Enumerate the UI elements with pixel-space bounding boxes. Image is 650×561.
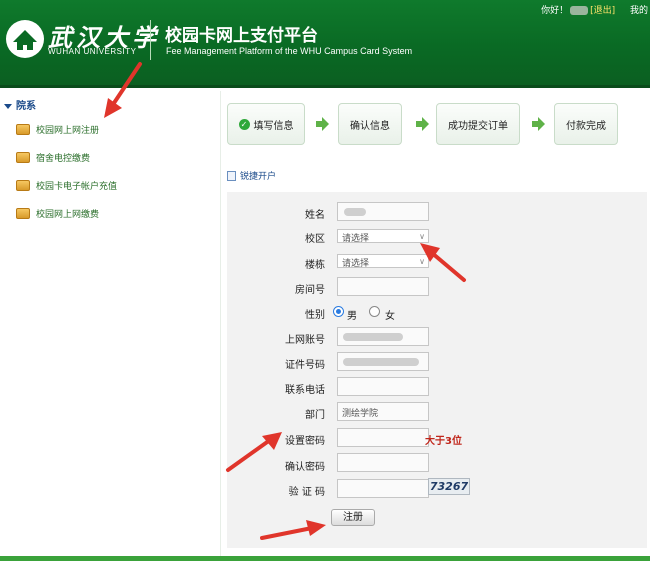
department-field[interactable]: 测绘学院 xyxy=(337,402,429,421)
sidebar-item-network-register[interactable]: 校园网上网注册 xyxy=(16,121,99,137)
step-label: 确认信息 xyxy=(350,120,390,132)
header-divider xyxy=(150,20,151,60)
gender-male-label: 男 xyxy=(347,311,357,322)
collapse-triangle-icon xyxy=(4,103,12,109)
password-label: 设置密码 xyxy=(285,436,325,447)
username-redacted xyxy=(570,6,589,15)
folder-icon xyxy=(16,123,30,135)
id-label: 证件号码 xyxy=(285,360,325,371)
step-confirm-info: 确认信息 xyxy=(338,103,402,145)
folder-icon xyxy=(16,151,30,163)
footer-bar xyxy=(0,556,650,561)
logout-link[interactable]: [退出] xyxy=(590,6,615,16)
folder-icon xyxy=(16,207,30,219)
name-field[interactable] xyxy=(337,202,429,221)
department-value: 测绘学院 xyxy=(342,409,379,419)
step-arrow-icon xyxy=(532,117,545,131)
sidebar: 院系 校园网上网注册 宿舍电控缴费 校园卡电子帐户充值 校园网上网缴费 xyxy=(0,91,220,556)
building-label: 楼栋 xyxy=(305,260,325,271)
campus-select-value: 请选择 xyxy=(342,234,370,244)
redacted-value xyxy=(343,358,419,366)
step-fill-info: ✓ 填写信息 xyxy=(227,103,305,145)
confirm-password-label: 确认密码 xyxy=(285,462,325,473)
captcha-field[interactable] xyxy=(337,479,429,498)
gender-female-radio[interactable] xyxy=(369,306,380,317)
sidebar-item-label: 校园网上网缴费 xyxy=(36,209,100,220)
campus-label: 校区 xyxy=(305,234,325,245)
gender-male-radio[interactable] xyxy=(333,306,344,317)
step-label: 成功提交订单 xyxy=(448,120,508,132)
my-account-link[interactable]: 我的 xyxy=(630,6,648,16)
document-icon xyxy=(227,170,236,181)
phone-label: 联系电话 xyxy=(285,385,325,396)
main-content: ✓ 填写信息 确认信息 成功提交订单 付款完成 锐捷开户 姓名 校区 请选择 ∨ 楼… xyxy=(220,91,650,556)
sidebar-item-card-recharge[interactable]: 校园卡电子帐户充值 xyxy=(16,177,117,193)
sidebar-item-network-payment[interactable]: 校园网上网缴费 xyxy=(16,205,99,221)
building-select-value: 请选择 xyxy=(342,259,370,269)
site-subtitle: Fee Management Platform of the WHU Campu… xyxy=(166,46,413,56)
room-label: 房间号 xyxy=(295,285,325,296)
sidebar-item-label: 校园网上网注册 xyxy=(36,125,100,136)
register-button[interactable]: 注册 xyxy=(331,509,375,526)
registration-form: 姓名 校区 请选择 ∨ 楼栋 请选择 ∨ 房间号 性别 男 女 上网账号 证件号码 … xyxy=(227,192,647,548)
sidebar-item-dorm-electric[interactable]: 宿舍电控缴费 xyxy=(16,149,90,165)
phone-field[interactable] xyxy=(337,377,429,396)
step-label: 填写信息 xyxy=(253,120,294,132)
section-link-label: 锐捷开户 xyxy=(240,172,277,182)
greeting-text: 你好！ xyxy=(541,6,569,16)
captcha-label: 验 证 码 xyxy=(288,487,325,498)
id-number-field[interactable] xyxy=(337,352,429,371)
check-icon: ✓ xyxy=(238,118,250,130)
captcha-image[interactable]: 73267 xyxy=(428,478,470,495)
section-link-ruijie[interactable]: 锐捷开户 xyxy=(227,169,276,182)
sidebar-item-label: 校园卡电子帐户充值 xyxy=(36,181,118,192)
step-arrow-icon xyxy=(316,117,329,131)
password-field[interactable] xyxy=(337,428,429,447)
site-title: 校园卡网上支付平台 xyxy=(165,26,318,46)
account-label: 上网账号 xyxy=(285,335,325,346)
top-user-bar: 你好！ [退出] 我的 xyxy=(541,3,648,16)
step-label: 付款完成 xyxy=(566,120,606,132)
room-field[interactable] xyxy=(337,277,429,296)
chevron-down-icon: ∨ xyxy=(419,257,425,266)
university-logo-icon xyxy=(6,20,44,58)
password-hint: 大于3位 xyxy=(425,436,462,447)
campus-select[interactable]: 请选择 ∨ xyxy=(337,229,429,244)
confirm-password-field[interactable] xyxy=(337,453,429,472)
department-label: 部门 xyxy=(305,410,325,421)
step-payment-done: 付款完成 xyxy=(554,103,618,145)
logo-english: WUHAN UNIVERSITY xyxy=(48,47,137,56)
chevron-down-icon: ∨ xyxy=(419,232,425,241)
building-select[interactable]: 请选择 ∨ xyxy=(337,254,429,269)
account-field[interactable] xyxy=(337,327,429,346)
header: 武汉大学 WUHAN UNIVERSITY 校园卡网上支付平台 Fee Mana… xyxy=(0,0,650,88)
gender-female-label: 女 xyxy=(385,311,395,322)
folder-icon xyxy=(16,179,30,191)
step-submit-order: 成功提交订单 xyxy=(436,103,520,145)
gender-label: 性别 xyxy=(305,310,325,321)
step-arrow-icon xyxy=(416,117,429,131)
redacted-value xyxy=(344,208,366,216)
sidebar-item-label: 宿舍电控缴费 xyxy=(36,153,91,164)
sidebar-heading[interactable]: 院系 xyxy=(4,97,36,112)
redacted-value xyxy=(343,333,403,341)
sidebar-heading-label: 院系 xyxy=(16,101,36,112)
name-label: 姓名 xyxy=(305,210,325,221)
